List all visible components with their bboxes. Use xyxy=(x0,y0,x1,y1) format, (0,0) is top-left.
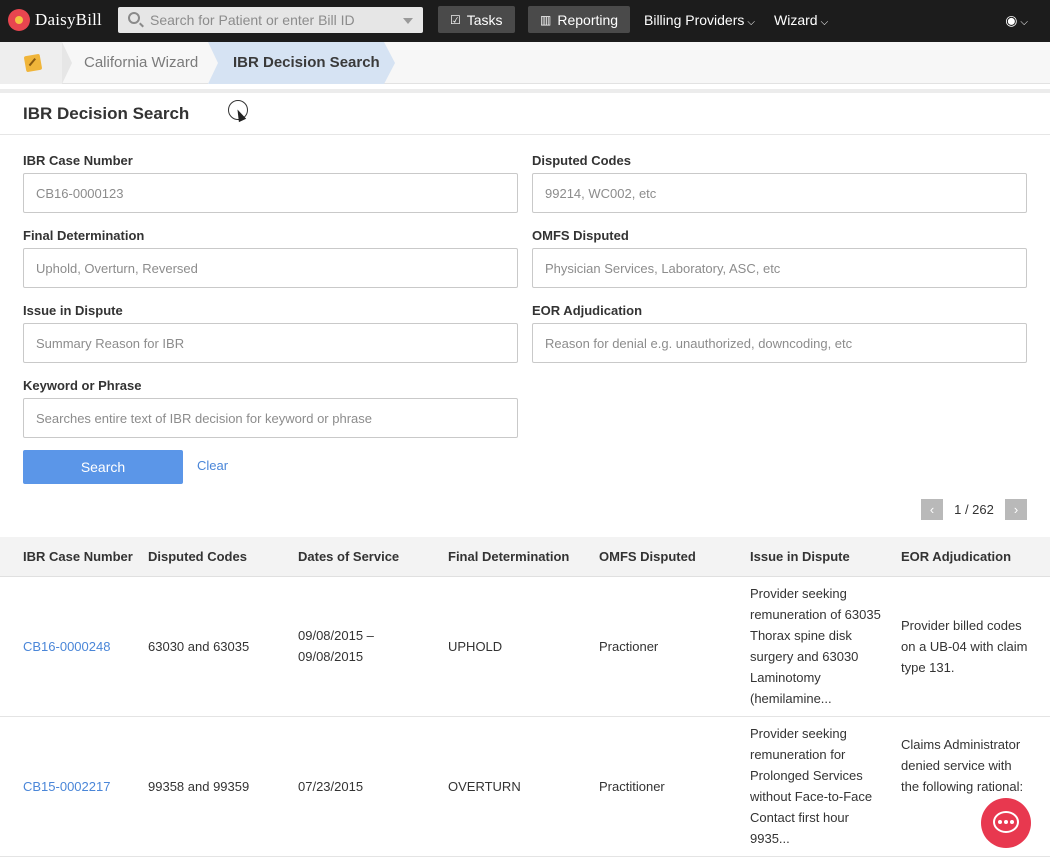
billing-providers-menu[interactable]: Billing Providers ⌵ xyxy=(644,12,755,28)
omfs-disputed-label: OMFS Disputed xyxy=(532,228,629,243)
final-determination-cell: UPHOLD xyxy=(448,639,503,654)
column-header[interactable]: Dates of Service xyxy=(298,549,399,564)
pager-prev-button[interactable]: ‹ xyxy=(921,499,943,520)
breadcrumb-ibr-decision-search: IBR Decision Search xyxy=(208,42,395,84)
mouse-cursor-icon xyxy=(228,100,248,120)
disputed-codes-label: Disputed Codes xyxy=(532,153,631,168)
daisy-icon xyxy=(8,9,30,31)
pager-status: 1 / 262 xyxy=(954,502,994,517)
disputed-codes-cell: 63030 and 63035 xyxy=(148,639,250,654)
breadcrumb-home[interactable] xyxy=(0,42,62,84)
clear-link[interactable]: Clear xyxy=(197,458,228,473)
column-header[interactable]: EOR Adjudication xyxy=(901,549,1011,564)
issue-in-dispute-input[interactable] xyxy=(23,323,518,363)
breadcrumb-current-label: IBR Decision Search xyxy=(233,54,380,71)
title-divider xyxy=(0,134,1050,135)
tasks-label: Tasks xyxy=(466,11,503,28)
column-header[interactable]: Final Determination xyxy=(448,549,569,564)
final-determination-input[interactable] xyxy=(23,248,518,288)
breadcrumb-separator xyxy=(62,42,72,84)
reporting-label: Reporting xyxy=(557,11,619,28)
pencil-icon xyxy=(23,53,43,73)
eor-adjudication-input[interactable] xyxy=(532,323,1027,363)
chat-dots xyxy=(998,820,1014,824)
breadcrumb-separator xyxy=(208,42,218,84)
header-divider xyxy=(0,89,1050,93)
column-header[interactable]: OMFS Disputed xyxy=(599,549,696,564)
column-header[interactable]: IBR Case Number xyxy=(23,549,133,564)
user-circle-icon: ◉ xyxy=(1005,12,1018,28)
patient-search-input[interactable] xyxy=(150,10,390,30)
user-menu[interactable]: ◉ ⌵ xyxy=(1005,12,1028,29)
dates-of-service-cell: 09/08/2015 – 09/08/2015 xyxy=(298,628,374,664)
eor-adjudication-cell: Claims Administrator denied service with… xyxy=(901,737,1024,794)
issue-in-dispute-cell: Provider seeking remuneration of 63035 T… xyxy=(750,586,881,706)
clipboard-check-icon: ☑ xyxy=(450,12,461,27)
search-button[interactable]: Search xyxy=(23,450,183,484)
disputed-codes-cell: 99358 and 99359 xyxy=(148,779,250,794)
column-header[interactable]: Disputed Codes xyxy=(148,549,247,564)
table-row[interactable]: CB16-0000248 63030 and 63035 09/08/2015 … xyxy=(0,577,1050,717)
wizard-label: Wizard xyxy=(774,12,818,28)
case-number-input[interactable] xyxy=(23,173,518,213)
breadcrumb-california-wizard[interactable]: California Wizard xyxy=(84,54,198,71)
bar-chart-icon: ▥ xyxy=(540,12,552,27)
tasks-button[interactable]: ☑ Tasks xyxy=(438,6,515,33)
final-determination-label: Final Determination xyxy=(23,228,145,243)
column-header[interactable]: Issue in Dispute xyxy=(750,549,850,564)
search-icon xyxy=(128,12,140,24)
keyword-label: Keyword or Phrase xyxy=(23,378,142,393)
chevron-down-icon: ⌵ xyxy=(747,17,755,28)
eor-adjudication-label: EOR Adjudication xyxy=(532,303,643,318)
patient-search[interactable] xyxy=(118,7,423,33)
reporting-button[interactable]: ▥ Reporting xyxy=(528,6,631,33)
omfs-disputed-input[interactable] xyxy=(532,248,1027,288)
eor-adjudication-cell: Provider billed codes on a UB-04 with cl… xyxy=(901,618,1028,675)
breadcrumb: California Wizard IBR Decision Search xyxy=(0,42,1050,84)
page-title: IBR Decision Search xyxy=(23,104,190,123)
dates-of-service-cell: 07/23/2015 xyxy=(298,779,364,794)
chevron-down-icon: ⌵ xyxy=(820,17,829,28)
pager-next-button[interactable]: › xyxy=(1005,499,1027,520)
disputed-codes-input[interactable] xyxy=(532,173,1027,213)
results-table-header: IBR Case Number Disputed Codes Dates of … xyxy=(0,537,1050,577)
keyword-input[interactable] xyxy=(23,398,518,438)
top-nav: DaisyBill ☑ Tasks ▥ Reporting Billing Pr… xyxy=(0,0,1050,42)
final-determination-cell: OVERTURN xyxy=(448,779,521,794)
issue-in-dispute-cell: Provider seeking remuneration for Prolon… xyxy=(750,726,873,846)
issue-in-dispute-label: Issue in Dispute xyxy=(23,303,123,318)
table-row[interactable]: CB15-0002217 99358 and 99359 07/23/2015 … xyxy=(0,717,1050,857)
omfs-disputed-cell: Practitioner xyxy=(599,779,665,794)
omfs-disputed-cell: Practioner xyxy=(599,639,659,654)
case-number-label: IBR Case Number xyxy=(23,153,133,168)
brand-logo[interactable]: DaisyBill xyxy=(8,8,102,32)
chevron-down-icon: ⌵ xyxy=(1020,17,1028,28)
billing-providers-label: Billing Providers xyxy=(644,12,745,28)
chevron-down-icon[interactable] xyxy=(403,18,413,24)
case-number-link[interactable]: CB15-0002217 xyxy=(23,776,110,797)
brand-name: DaisyBill xyxy=(35,10,102,29)
wizard-menu[interactable]: Wizard ⌵ xyxy=(774,12,828,28)
case-number-link[interactable]: CB16-0000248 xyxy=(23,636,110,657)
chat-button[interactable] xyxy=(981,798,1031,848)
